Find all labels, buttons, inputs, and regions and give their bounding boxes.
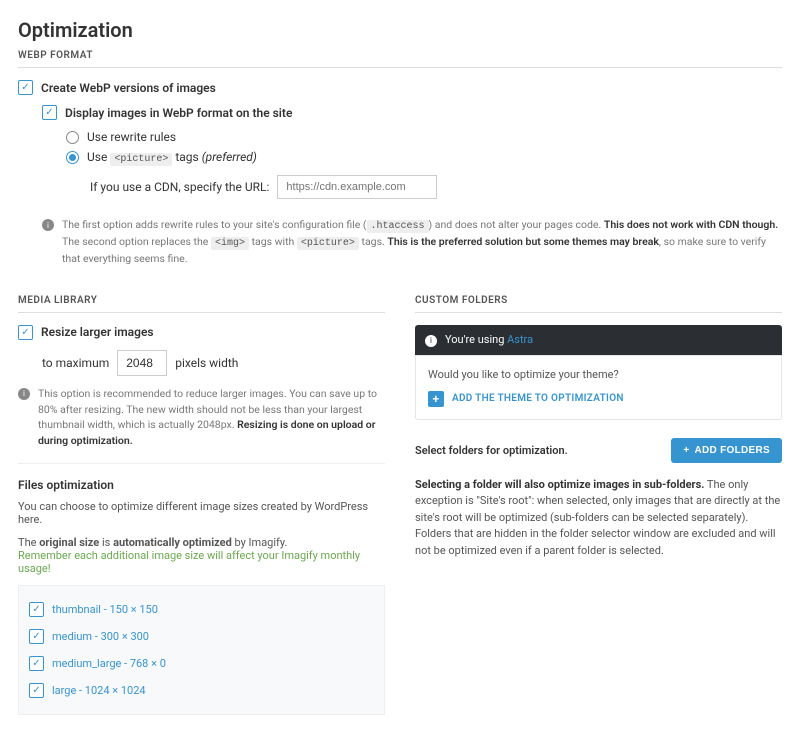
plus-icon: + [428,391,444,407]
size-label: thumbnail - 150 × 150 [52,603,158,616]
theme-question: Would you like to optimize your theme? [428,368,769,381]
cdn-label: If you use a CDN, specify the URL: [90,180,269,194]
to-max-label: to maximum [42,356,109,370]
webp-header: WEBP FORMAT [18,44,782,68]
files-header: Files optimization [18,478,385,492]
max-width-input[interactable] [117,350,167,376]
info-icon: i [42,219,54,231]
files-desc: You can choose to optimize different ima… [18,500,385,526]
picture-label: Use <picture> tags (preferred) [87,150,257,165]
size-checkbox[interactable]: ✓ [29,602,44,617]
picture-radio[interactable] [66,151,79,164]
theme-bar: i You're using Astra [415,325,782,355]
create-webp-label: Create WebP versions of images [41,81,216,95]
resize-checkbox[interactable]: ✓ [18,325,33,340]
size-list: ✓ thumbnail - 150 × 150 ✓ medium - 300 × 3… [18,585,385,715]
create-webp-checkbox[interactable]: ✓ [18,80,33,95]
add-theme-button[interactable]: + ADD THE THEME TO OPTIMIZATION [428,391,769,407]
px-width-label: pixels width [175,356,238,370]
size-checkbox[interactable]: ✓ [29,629,44,644]
info-icon: i [18,388,30,400]
size-label: medium - 300 × 300 [52,630,149,643]
page-title: Optimization [18,18,782,42]
files-warning: Remember each additional image size will… [18,549,385,575]
rewrite-radio[interactable] [66,131,79,144]
size-label: medium_large - 768 × 0 [52,657,166,670]
resize-note: This option is recommended to reduce lar… [38,386,385,449]
size-label: large - 1024 × 1024 [52,684,146,697]
display-webp-label: Display images in WebP format on the sit… [65,106,292,120]
plus-icon: + [683,445,689,456]
custom-header: CUSTOM FOLDERS [415,289,782,313]
size-checkbox[interactable]: ✓ [29,683,44,698]
info-icon: i [425,335,437,347]
files-auto: The original size is automatically optim… [18,536,385,549]
media-header: MEDIA LIBRARY [18,289,385,313]
webp-note: The first option adds rewrite rules to y… [62,217,782,267]
resize-label: Resize larger images [41,325,154,339]
size-checkbox[interactable]: ✓ [29,656,44,671]
rewrite-label: Use rewrite rules [87,130,176,144]
add-folders-button[interactable]: + ADD FOLDERS [671,438,782,463]
folders-desc: Selecting a folder will also optimize im… [415,477,782,560]
display-webp-checkbox[interactable]: ✓ [42,105,57,120]
theme-name: Astra [507,333,533,346]
cdn-url-input[interactable] [277,175,437,199]
select-folders-label: Select folders for optimization. [415,444,568,457]
